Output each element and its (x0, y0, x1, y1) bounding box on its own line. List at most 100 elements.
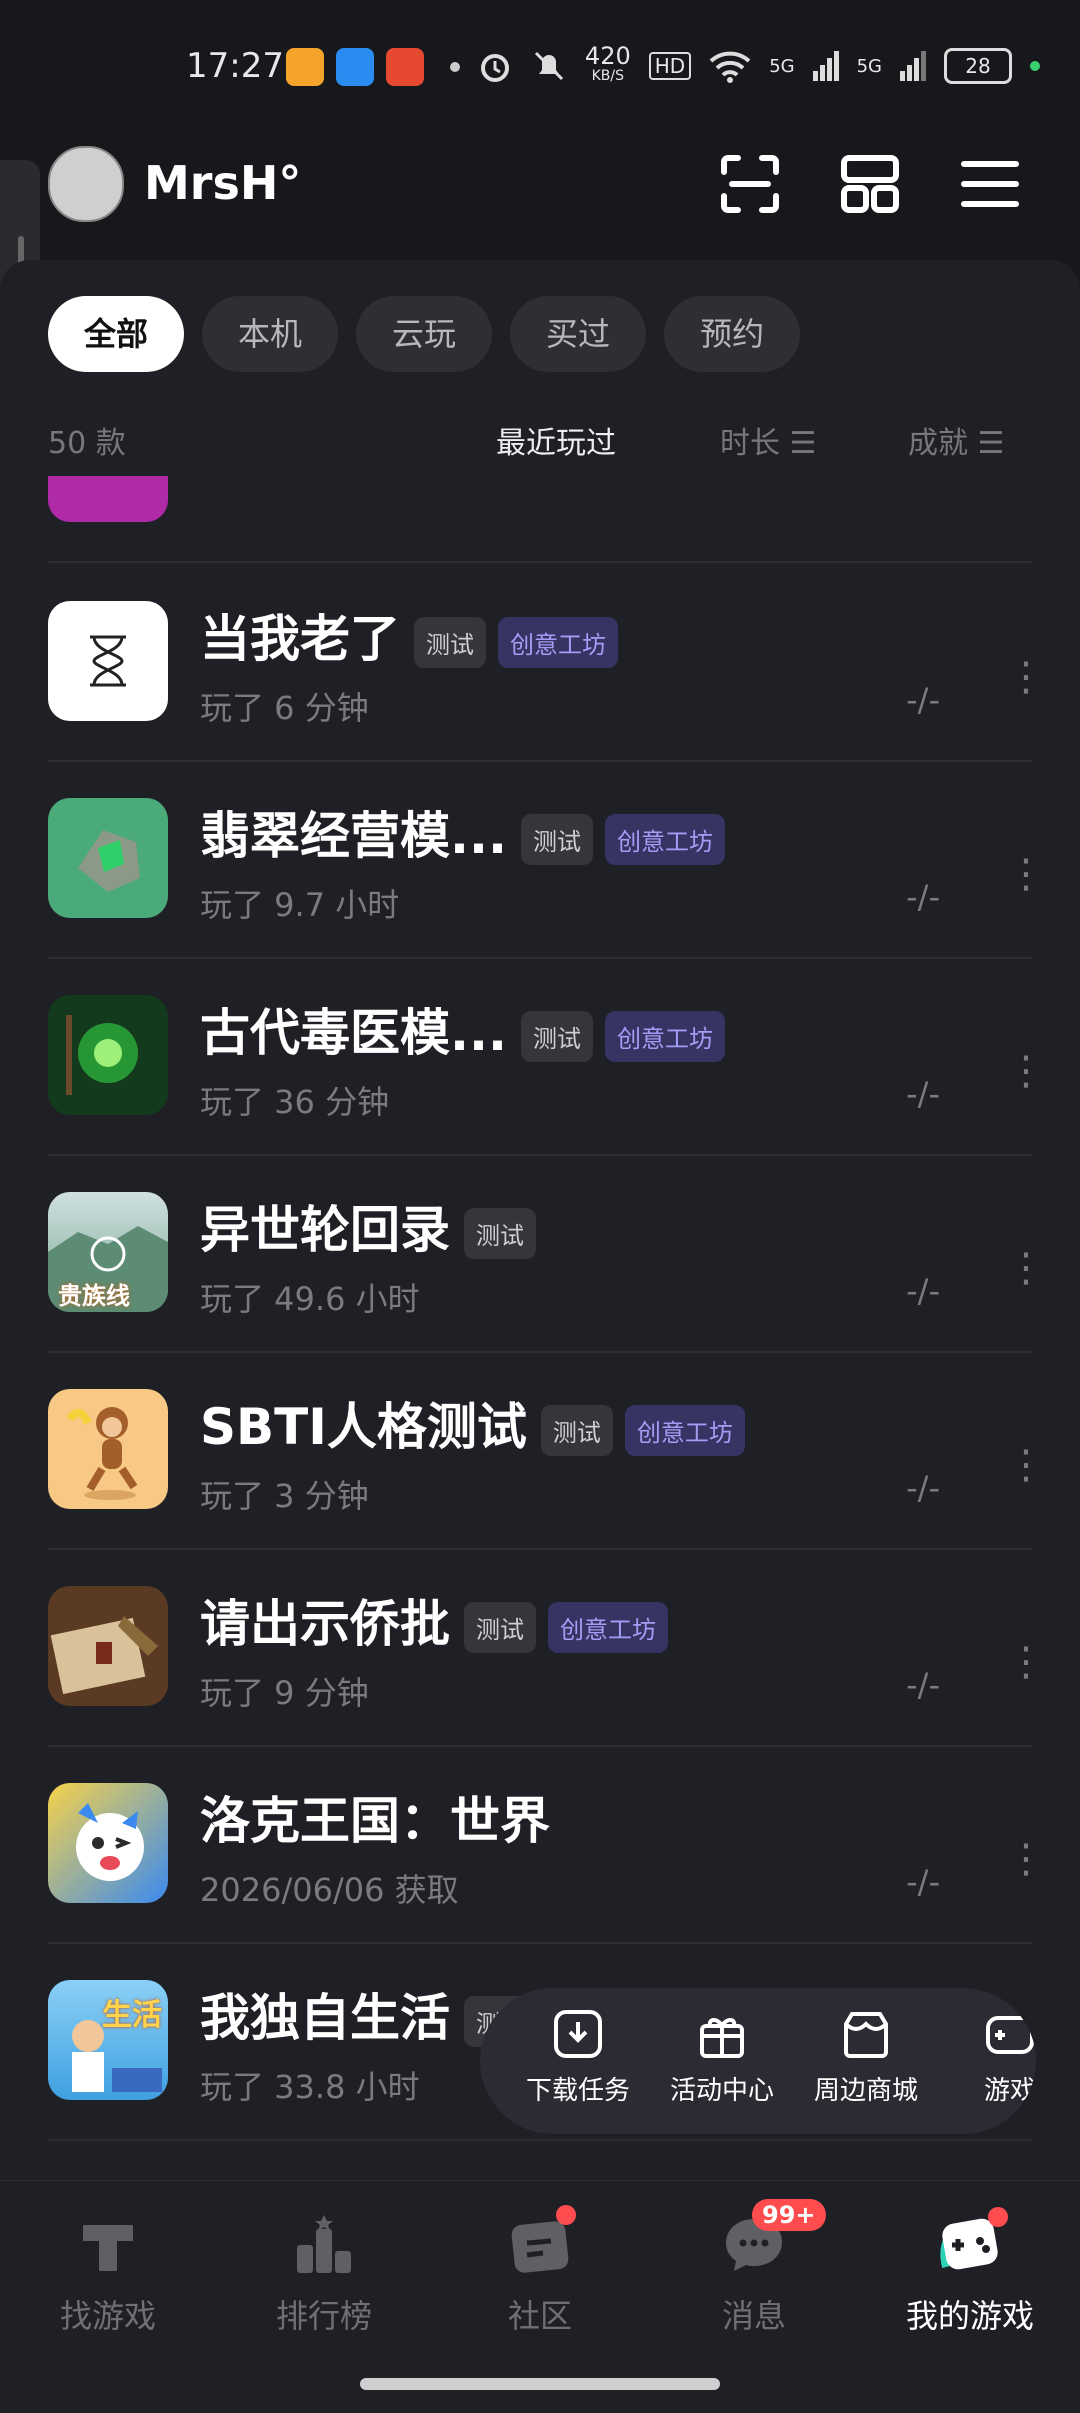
nav-label: 社区 (507, 2297, 572, 2335)
gamepad-icon (986, 2016, 1034, 2054)
nav-messages[interactable]: 消息 (664, 2211, 844, 2337)
game-app-icon (386, 48, 424, 86)
more-icon[interactable]: ⋮ (1006, 1445, 1046, 1485)
username[interactable]: MrsH° (144, 156, 301, 210)
game-title-text: 异世轮回录 (200, 1201, 450, 1259)
more-icon[interactable]: ⋮ (1006, 854, 1046, 894)
tag-test: 测试 (540, 1405, 613, 1456)
tag-test: 测试 (520, 814, 593, 865)
download-tasks-button[interactable]: 下载任务 (508, 2006, 648, 2107)
net-speed: 420 KB/S (584, 42, 631, 86)
my-games-notification-dot (988, 2207, 1008, 2227)
download-icon (554, 2010, 602, 2058)
community-notification-dot (556, 2205, 576, 2225)
sort-recent[interactable]: 最近玩过 (496, 418, 616, 462)
more-icon[interactable]: ⋮ (1006, 1051, 1046, 1091)
battery-icon: 28 (944, 48, 1012, 84)
list-item[interactable]: 当我老了 测试 创意工坊 玩了 6 分钟 -/- ⋮ (48, 563, 1046, 762)
list-item[interactable]: 翡翠经营模... 测试 创意工坊 玩了 9.7 小时 -/- ⋮ (48, 760, 1046, 959)
game-tools-button[interactable]: 游戏 (940, 2006, 1036, 2107)
nav-ranking[interactable]: 排行榜 (234, 2211, 414, 2337)
activity-center-button[interactable]: 活动中心 (652, 2006, 792, 2107)
game-acquired-date: 2026/06/06 获取 (200, 1871, 459, 1909)
game-title: SBTI人格测试 测试 创意工坊 (200, 1387, 745, 1459)
messages-count-badge: 99+ (752, 2199, 826, 2231)
more-icon[interactable]: ⋮ (1006, 657, 1046, 697)
net-speed-value: 420 (584, 42, 631, 70)
sort-bar: 50 款 最近玩过 时长 ☰ 成就 ☰ (0, 410, 1080, 470)
filter-tabs: 全部 本机 云玩 买过 预约 (48, 296, 801, 372)
layout-icon[interactable] (838, 152, 902, 216)
life-icon: 生活 (48, 1980, 168, 2100)
nav-find-games[interactable]: 找游戏 (18, 2211, 198, 2337)
tag-workshop: 创意工坊 (498, 617, 618, 668)
ranking-icon (297, 2215, 351, 2273)
merch-store-button[interactable]: 周边商城 (796, 2006, 936, 2107)
signal-icon-2 (900, 51, 926, 81)
game-playtime: 玩了 33.8 小时 (200, 2068, 420, 2106)
quick-actions: 下载任务 活动中心 周边商城 游戏 (480, 1988, 1036, 2134)
list-item[interactable] (48, 476, 1032, 563)
scan-icon[interactable] (718, 152, 782, 216)
tab-reserved[interactable]: 预约 (664, 296, 801, 372)
game-playtime: 玩了 9.7 小时 (200, 886, 400, 924)
game-title-text: 请出示侨批 (200, 1595, 450, 1653)
game-title-text: 翡翠经营模... (200, 807, 507, 865)
game-title: 当我老了 测试 创意工坊 (200, 599, 618, 671)
list-item[interactable]: 贵族线 异世轮回录 测试 玩了 49.6 小时 -/- ⋮ (48, 1154, 1046, 1353)
signal-icon-1 (812, 51, 839, 81)
tag-test: 测试 (414, 617, 486, 668)
home-indicator[interactable] (360, 2378, 720, 2390)
status-bar: 17:27 420 KB/S HD 5G 5G 28 (0, 0, 1080, 140)
hd-icon: HD (648, 52, 692, 80)
tag-workshop: 创意工坊 (604, 814, 725, 865)
poison-icon (48, 995, 168, 1115)
more-icon[interactable]: ⋮ (1006, 1642, 1046, 1682)
game-title: 古代毒医模... 测试 创意工坊 (200, 993, 725, 1065)
game-list: 当我老了 测试 创意工坊 玩了 6 分钟 -/- ⋮ 翡翠经营模... 测试 创意工坊 … (0, 476, 1080, 2176)
tab-all[interactable]: 全部 (48, 296, 185, 372)
game-tools-label: 游戏 (983, 2076, 1036, 2106)
download-tasks-label: 下载任务 (525, 2076, 630, 2106)
nav-my-games[interactable]: 我的游戏 (880, 2211, 1060, 2337)
alarm-icon (480, 54, 509, 82)
more-icon[interactable]: ⋮ (1006, 1248, 1046, 1288)
tag-test: 测试 (520, 1011, 593, 1062)
nav-community[interactable]: 社区 (450, 2211, 630, 2337)
privacy-dot (1030, 61, 1040, 71)
avatar[interactable] (48, 146, 124, 222)
game-achievement: -/- (906, 1863, 940, 1901)
more-icon[interactable]: ⋮ (1006, 1839, 1046, 1879)
wifi-icon (709, 51, 751, 83)
game-playtime: 玩了 9 分钟 (200, 1674, 369, 1712)
menu-icon[interactable] (958, 152, 1022, 216)
game-title-text: SBTI人格测试 (200, 1398, 527, 1456)
list-item[interactable]: 洛克王国：世界 2026/06/06 获取 -/- ⋮ (48, 1745, 1046, 1944)
list-item[interactable]: SBTI人格测试 测试 创意工坊 玩了 3 分钟 -/- ⋮ (48, 1351, 1046, 1550)
activity-center-label: 活动中心 (669, 2076, 774, 2106)
sort-achievement[interactable]: 成就 ☰ (908, 418, 1004, 462)
list-item[interactable]: 请出示侨批 测试 创意工坊 玩了 9 分钟 -/- ⋮ (48, 1548, 1046, 1747)
games-panel: 全部 本机 云玩 买过 预约 50 款 最近玩过 时长 ☰ 成就 ☰ 当我老了测… (0, 260, 1080, 2180)
search-app-icon (336, 48, 374, 86)
game-achievement: -/- (906, 1075, 940, 1113)
tab-purchased[interactable]: 买过 (510, 296, 647, 372)
tag-workshop: 创意工坊 (604, 1011, 725, 1062)
list-item[interactable]: 古代毒医模... 测试 创意工坊 玩了 36 分钟 -/- ⋮ (48, 957, 1046, 1156)
hourglass-icon (48, 601, 168, 721)
merch-store-label: 周边商城 (813, 2076, 918, 2106)
tab-cloud[interactable]: 云玩 (356, 296, 493, 372)
list-item[interactable] (48, 2139, 1032, 2176)
game-achievement: -/- (906, 681, 940, 719)
store-icon (844, 2012, 888, 2058)
status-right: 420 KB/S HD 5G 5G 28 (477, 42, 1040, 86)
tag-workshop: 创意工坊 (624, 1405, 745, 1456)
game-title: 请出示侨批 测试 创意工坊 (200, 1584, 668, 1656)
sort-duration[interactable]: 时长 ☰ (720, 418, 816, 462)
game-title: 异世轮回录 测试 (200, 1190, 536, 1262)
jade-icon (48, 798, 168, 918)
find-games-icon (83, 2225, 133, 2271)
nav-label: 排行榜 (275, 2297, 372, 2335)
tab-local[interactable]: 本机 (202, 296, 339, 372)
nav-label: 找游戏 (59, 2297, 156, 2335)
